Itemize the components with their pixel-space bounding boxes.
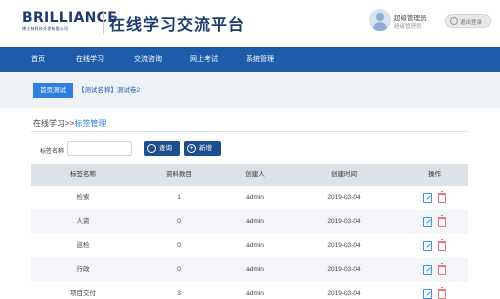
column-header-count: 资料数目 [166,171,192,178]
logo-divider [103,12,104,34]
query-button-label: 查询 [159,145,172,152]
cell-count: 0 [177,242,181,249]
cell-creator: admin [246,290,264,297]
column-header-created-time: 创建时间 [331,171,357,178]
divider [31,131,468,132]
add-button[interactable]: + 新增 [184,141,221,156]
tab-test-paper[interactable]: 【测试名称】测试卷2 [78,83,140,98]
tab-home-test[interactable]: 首页测试 [33,83,73,98]
cell-tag-name: 巡检 [76,242,90,249]
nav-item-system[interactable]: 系统管理 [236,47,284,72]
cell-tag-name: 项目交付 [70,290,96,297]
brand-logo-subtext: 博士林科技开发有限公司 [22,26,69,31]
column-header-actions: 操作 [428,171,441,178]
breadcrumb: 在线学习>>标签管理 [33,118,106,129]
column-header-creator: 创建人 [245,171,265,178]
table-row: 检索 1 admin 2019-03-04 [31,186,468,210]
nav-item-online-learning[interactable]: 在线学习 [66,47,114,72]
cell-creator: admin [246,194,264,201]
cell-count: 1 [177,194,181,201]
app-header: BRILLIANCE 博士林科技开发有限公司 在线学习交流平台 超级管理员 超级… [0,0,500,47]
cell-creator: admin [246,266,264,273]
table-row: 巡检 0 admin 2019-03-04 [31,234,468,258]
cell-tag-name: 行政 [76,266,90,273]
cell-tag-name: 检索 [76,194,90,201]
column-header-tag-name: 标签名称 [70,171,96,178]
cell-count: 0 [177,266,181,273]
main-nav: 首页 在线学习 交流咨询 网上考试 系统管理 [0,47,500,72]
trash-icon[interactable] [438,263,446,275]
table-row: 人资 0 admin 2019-03-04 [31,210,468,234]
table-row: 行政 0 admin 2019-03-04 [31,258,468,282]
nav-item-online-exam[interactable]: 网上考试 [180,47,228,72]
search-icon [147,144,156,153]
user-name[interactable]: 超级管理员 [394,12,427,22]
trash-icon[interactable] [438,239,446,251]
power-icon [450,17,458,25]
edit-icon[interactable] [423,265,432,275]
edit-icon[interactable] [423,241,432,251]
edit-icon[interactable] [423,289,432,299]
tab-bar [0,72,500,108]
trash-icon[interactable] [438,287,446,299]
add-button-label: 新增 [199,145,212,152]
cell-date: 2019-03-04 [327,290,361,297]
edit-icon[interactable] [423,193,432,203]
nav-item-home[interactable]: 首页 [18,47,58,72]
query-button[interactable]: 查询 [144,141,180,156]
table-row: 项目交付 3 admin 2019-03-04 [31,282,468,299]
trash-icon[interactable] [438,215,446,227]
user-role: 超级管理员 [394,24,422,30]
edit-icon[interactable] [423,217,432,227]
cell-creator: admin [246,242,264,249]
trash-icon[interactable] [438,191,446,203]
breadcrumb-current: 标签管理 [74,119,107,128]
logout-button[interactable]: 退出登录 [445,14,491,28]
cell-date: 2019-03-04 [327,242,361,249]
breadcrumb-parent[interactable]: 在线学习>> [33,119,74,128]
tag-name-label: 标签名称 [40,149,65,155]
tag-name-input[interactable] [67,141,132,156]
plus-icon: + [187,144,196,153]
nav-item-consult[interactable]: 交流咨询 [124,47,172,72]
site-title: 在线学习交流平台 [109,17,246,34]
cell-date: 2019-03-04 [327,194,361,201]
logout-label: 退出登录 [460,20,483,26]
user-avatar-icon[interactable] [369,9,391,31]
table-header: 标签名称 资料数目 创建人 创建时间 操作 [31,164,468,186]
cell-date: 2019-03-04 [327,266,361,273]
cell-count: 0 [177,218,181,225]
cell-creator: admin [246,218,264,225]
cell-date: 2019-03-04 [327,218,361,225]
cell-tag-name: 人资 [76,218,90,225]
cell-count: 3 [177,290,181,297]
